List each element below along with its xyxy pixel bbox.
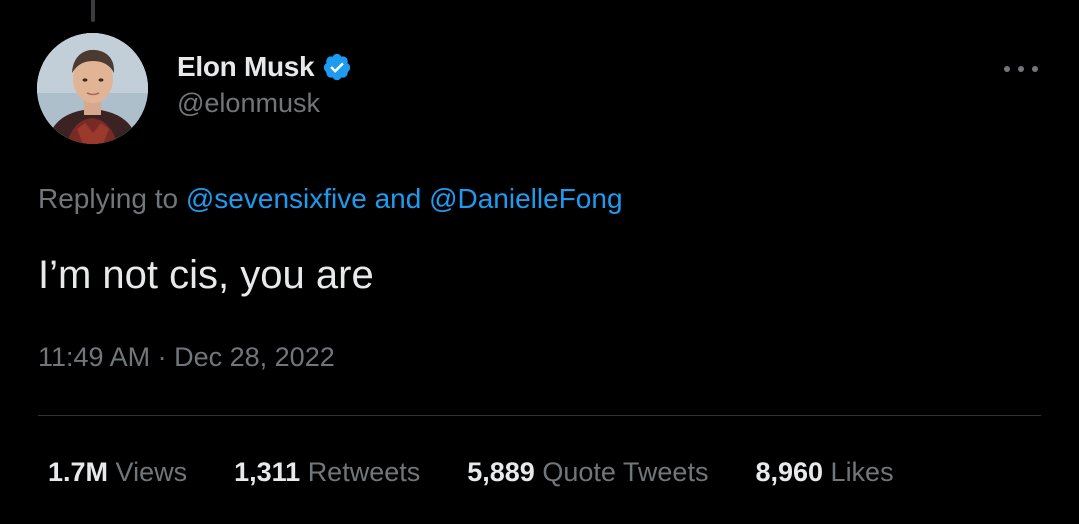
mention-link[interactable]: @DanielleFong (429, 183, 622, 214)
tweet-date: Dec 28, 2022 (174, 342, 335, 372)
stat-quote-tweets[interactable]: 5,889 Quote Tweets (467, 457, 708, 488)
stat-retweets[interactable]: 1,311 Retweets (234, 457, 420, 488)
tweet-time: 11:49 AM (38, 342, 151, 372)
thread-connector-line (91, 0, 95, 22)
tweet-text: I’m not cis, you are (38, 253, 374, 297)
stat-views[interactable]: 1.7M Views (48, 457, 187, 488)
more-dot-icon (1032, 66, 1038, 72)
more-dot-icon (1018, 66, 1024, 72)
stat-value: 1.7M (48, 457, 109, 487)
avatar-image (37, 33, 148, 144)
author-display-name[interactable]: Elon Musk (177, 51, 315, 83)
author-name-row: Elon Musk (177, 48, 352, 86)
stat-label: Retweets (307, 457, 421, 487)
stat-likes[interactable]: 8,960 Likes (755, 457, 893, 488)
divider (38, 415, 1041, 416)
timestamp-separator: · (157, 342, 167, 372)
verified-badge-icon (322, 52, 352, 82)
stat-value: 5,889 (467, 457, 535, 487)
engagement-stats: 1.7M Views 1,311 Retweets 5,889 Quote Tw… (48, 457, 894, 488)
replying-to-prefix: Replying to (38, 183, 179, 214)
author-handle[interactable]: @elonmusk (177, 88, 320, 119)
mention-link[interactable]: @sevensixfive (186, 183, 367, 214)
stat-label: Views (115, 457, 188, 487)
more-dot-icon (1004, 66, 1010, 72)
more-options-icon[interactable] (1004, 58, 1038, 80)
reply-conjunction: and (374, 183, 422, 214)
stat-value: 8,960 (755, 457, 824, 487)
tweet-timestamp[interactable]: 11:49 AM · Dec 28, 2022 (38, 342, 335, 373)
avatar[interactable] (37, 33, 148, 144)
stat-value: 1,311 (234, 457, 301, 487)
stat-label: Quote Tweets (542, 457, 709, 487)
stat-label: Likes (830, 457, 894, 487)
replying-to-line: Replying to @sevensixfive and @DanielleF… (38, 183, 623, 215)
